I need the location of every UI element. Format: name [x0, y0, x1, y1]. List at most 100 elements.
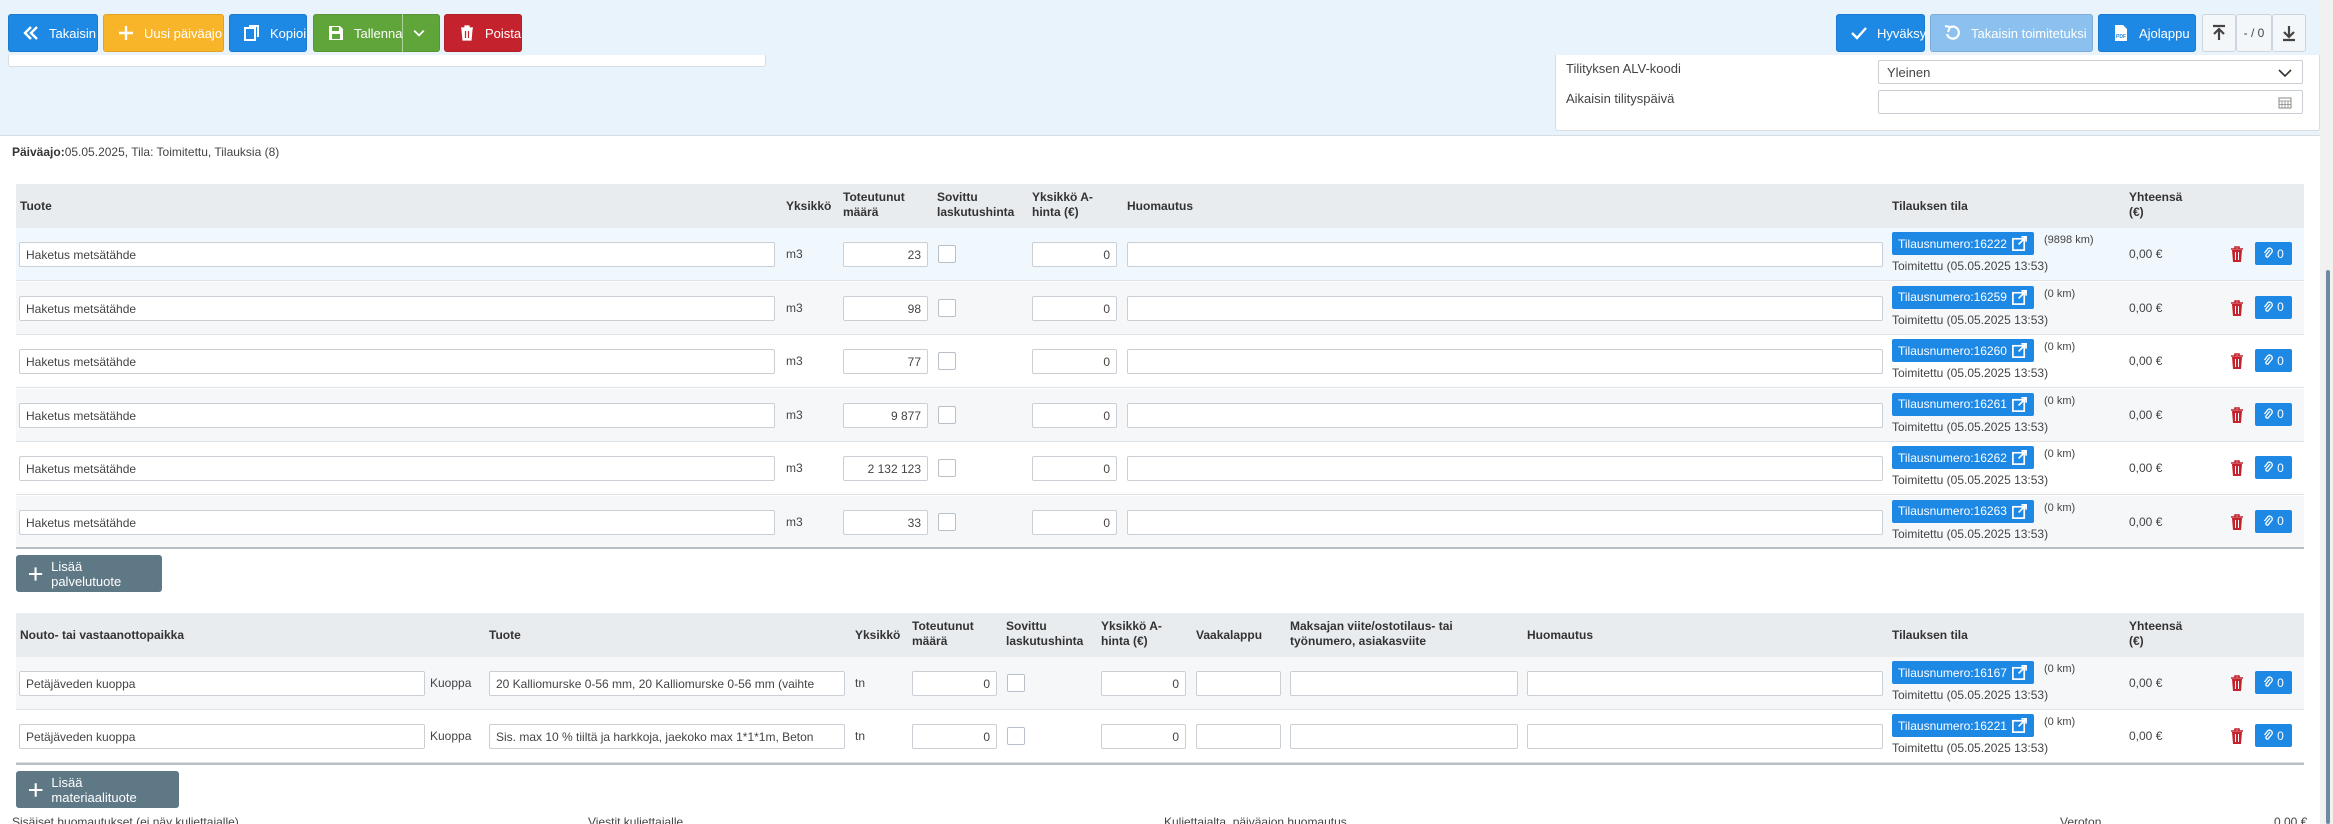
note-input[interactable] [1527, 724, 1883, 749]
order-number-link[interactable]: Tilausnumero:16260 [1892, 339, 2034, 362]
actual-qty-input[interactable]: 33 [843, 509, 928, 535]
save-label: Tallenna [354, 25, 403, 41]
attachments-button[interactable]: 0 [2255, 456, 2292, 479]
vat-code-select[interactable]: Yleinen [1878, 60, 2303, 84]
order-number-link[interactable]: Tilausnumero:16263 [1892, 499, 2034, 523]
trash-icon[interactable] [2230, 299, 2244, 317]
col-actual-qty: Toteutunut määrä [912, 619, 974, 648]
product-input[interactable]: Haketus metsätähde [19, 402, 775, 428]
attachments-count: 0 [2277, 407, 2284, 421]
revert-to-delivered-button[interactable]: Takaisin toimitetuksi [1930, 14, 2093, 52]
unit-price-input[interactable]: 0 [1101, 724, 1186, 749]
trash-icon[interactable] [2230, 353, 2244, 370]
order-number-link[interactable]: Tilausnumero:16221 [1892, 714, 2034, 737]
note-input[interactable] [1527, 671, 1883, 696]
product-input[interactable]: Sis. max 10 % tiiltä ja harkkoja, jaekok… [489, 724, 845, 749]
unit-price-input[interactable]: 0 [1032, 349, 1117, 374]
actual-qty-input[interactable]: 2 132 123 [843, 456, 928, 481]
payer-reference-input[interactable] [1290, 671, 1518, 696]
agreed-price-checkbox[interactable] [938, 512, 956, 531]
approve-button[interactable]: Hyväksy [1836, 14, 1926, 52]
agreed-price-checkbox[interactable] [938, 245, 956, 263]
pager-counter: - / 0 [2236, 14, 2272, 52]
attachments-button[interactable]: 0 [2255, 295, 2292, 319]
order-number-link[interactable]: Tilausnumero:16262 [1892, 446, 2034, 469]
note-input[interactable] [1127, 402, 1883, 428]
unit-text: m3 [786, 461, 803, 475]
add-service-product-button[interactable]: Lisää palvelutuote [16, 555, 162, 592]
trash-icon[interactable] [2230, 728, 2244, 745]
agreed-price-checkbox[interactable] [938, 405, 956, 424]
note-input[interactable] [1127, 456, 1883, 481]
actual-qty-input[interactable]: 77 [843, 349, 928, 374]
scale-slip-input[interactable] [1196, 724, 1281, 749]
unit-price-input[interactable]: 0 [1032, 295, 1117, 321]
actual-qty-input[interactable]: 98 [843, 295, 928, 321]
attachments-button[interactable]: 0 [2255, 671, 2292, 694]
trash-icon[interactable] [2230, 513, 2244, 531]
move-to-top-button[interactable] [2202, 14, 2236, 52]
unit-price-input[interactable]: 0 [1032, 402, 1117, 428]
product-input[interactable]: Haketus metsätähde [19, 456, 775, 481]
product-input[interactable]: 20 Kalliomurske 0-56 mm, 20 Kalliomurske… [489, 671, 845, 696]
order-number-link[interactable]: Tilausnumero:16259 [1892, 285, 2034, 309]
scale-slip-input[interactable] [1196, 671, 1281, 696]
scrollbar-thumb[interactable] [2326, 270, 2330, 824]
place-input[interactable]: Petäjäveden kuoppa [19, 724, 425, 749]
actual-qty-input[interactable]: 0 [912, 671, 997, 696]
trash-icon[interactable] [2230, 246, 2244, 263]
checkmark-icon [1851, 27, 1867, 40]
order-number-link[interactable]: Tilausnumero:16167 [1892, 661, 2034, 684]
agreed-price-checkbox[interactable] [938, 298, 956, 317]
note-input[interactable] [1127, 295, 1883, 321]
row-total: 0,00 € [2129, 729, 2163, 743]
save-button[interactable]: Tallenna [313, 14, 440, 52]
unit-price-input[interactable]: 0 [1032, 456, 1117, 481]
trash-icon[interactable] [2230, 460, 2244, 477]
chevron-down-icon[interactable] [411, 25, 427, 41]
attachments-button[interactable]: 0 [2255, 509, 2292, 533]
place-input[interactable]: Petäjäveden kuoppa [19, 671, 425, 696]
unit-price-input[interactable]: 0 [1032, 509, 1117, 535]
attachments-button[interactable]: 0 [2255, 242, 2292, 265]
trash-icon[interactable] [2230, 675, 2244, 692]
agreed-price-checkbox[interactable] [1007, 674, 1025, 692]
actual-qty-input[interactable]: 9 877 [843, 402, 928, 428]
unit-price-input[interactable]: 0 [1101, 671, 1186, 696]
note-input[interactable] [1127, 242, 1883, 267]
agreed-price-checkbox[interactable] [938, 352, 956, 370]
product-input[interactable]: Haketus metsätähde [19, 242, 775, 267]
actual-qty-input[interactable]: 23 [843, 242, 928, 267]
col-total: Yhteensä (€) [2129, 619, 2183, 648]
col-agreed-price: Sovittu laskutushinta [937, 190, 1015, 219]
paperclip-icon [2264, 729, 2274, 740]
unit-text: tn [855, 676, 866, 690]
agreed-price-checkbox[interactable] [938, 459, 956, 477]
agreed-price-checkbox[interactable] [1007, 727, 1025, 745]
back-button[interactable]: Takaisin [8, 14, 98, 52]
copy-button[interactable]: Kopioi [229, 14, 307, 52]
actual-qty-input[interactable]: 0 [912, 724, 997, 749]
trash-icon[interactable] [2230, 406, 2244, 424]
product-input[interactable]: Haketus metsätähde [19, 295, 775, 321]
add-material-product-button[interactable]: Lisää materiaalituote [16, 771, 179, 808]
tax-free-label: Veroton [2060, 815, 2102, 824]
trip-pdf-button[interactable]: PDF Ajolappu [2098, 14, 2196, 52]
day-run-title: Päiväajo:05.05.2025, Tila: Toimitettu, T… [12, 145, 279, 159]
product-input[interactable]: Haketus metsätähde [19, 349, 775, 374]
product-input[interactable]: Haketus metsätähde [19, 509, 775, 535]
attachments-button[interactable]: 0 [2255, 402, 2292, 426]
delete-button[interactable]: Poista [444, 14, 522, 52]
move-to-bottom-button[interactable] [2272, 14, 2306, 52]
payer-reference-input[interactable] [1290, 724, 1518, 749]
attachments-button[interactable]: 0 [2255, 724, 2292, 747]
earliest-settlement-date-input[interactable] [1878, 90, 2303, 114]
order-distance: (0 km) [2044, 663, 2076, 675]
note-input[interactable] [1127, 349, 1883, 374]
order-number-link[interactable]: Tilausnumero:16261 [1892, 392, 2034, 416]
note-input[interactable] [1127, 509, 1883, 535]
unit-price-input[interactable]: 0 [1032, 242, 1117, 267]
new-day-button[interactable]: Uusi päiväajo [103, 14, 224, 52]
order-number-link[interactable]: Tilausnumero:16222 [1892, 232, 2034, 255]
attachments-button[interactable]: 0 [2255, 349, 2292, 372]
